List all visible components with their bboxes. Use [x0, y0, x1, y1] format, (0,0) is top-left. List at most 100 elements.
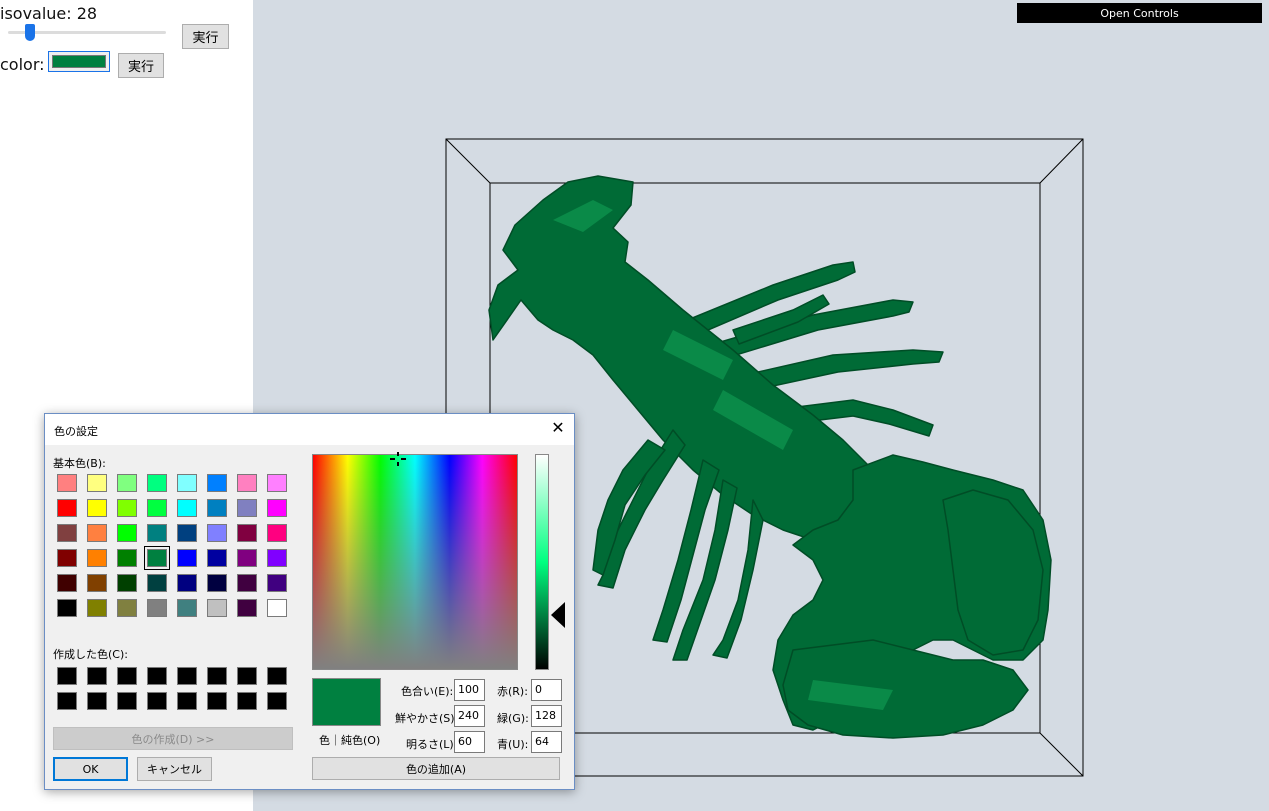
basic-color-swatch[interactable] — [117, 474, 137, 492]
apply-isovalue-button[interactable]: 実行 — [182, 24, 229, 49]
dialog-titlebar: 色の設定 ✕ — [45, 414, 574, 445]
custom-color-swatch[interactable] — [267, 667, 287, 685]
green-label: 緑(G): — [497, 712, 529, 725]
define-custom-colors-button[interactable]: 色の作成(D) >> — [53, 727, 293, 750]
custom-color-swatch[interactable] — [177, 692, 197, 710]
basic-color-swatch[interactable] — [117, 499, 137, 517]
color-spectrum[interactable] — [312, 454, 518, 670]
basic-color-swatch[interactable] — [177, 599, 197, 617]
hue-field[interactable]: 100 — [454, 679, 485, 701]
basic-color-swatch[interactable] — [57, 524, 77, 542]
dialog-title: 色の設定 — [54, 425, 98, 438]
custom-color-swatch[interactable] — [87, 667, 107, 685]
basic-color-swatch[interactable] — [237, 474, 257, 492]
blue-field[interactable]: 64 — [531, 731, 562, 753]
basic-color-swatch[interactable] — [117, 574, 137, 592]
cancel-button[interactable]: キャンセル — [137, 757, 212, 781]
color-swatch — [52, 55, 106, 68]
color-label: color: — [0, 55, 45, 74]
basic-color-swatch[interactable] — [177, 574, 197, 592]
basic-color-swatch[interactable] — [87, 549, 107, 567]
basic-color-swatch[interactable] — [57, 549, 77, 567]
ok-button[interactable]: OK — [53, 757, 128, 781]
add-custom-color-button[interactable]: 色の追加(A) — [312, 757, 560, 780]
basic-color-swatch[interactable] — [117, 599, 137, 617]
basic-color-swatch[interactable] — [147, 524, 167, 542]
custom-color-swatch[interactable] — [267, 692, 287, 710]
custom-color-swatch[interactable] — [237, 692, 257, 710]
lum-field[interactable]: 60 — [454, 731, 485, 753]
basic-color-swatch[interactable] — [207, 499, 227, 517]
open-controls-button[interactable]: Open Controls — [1017, 3, 1262, 23]
basic-color-swatch[interactable] — [147, 474, 167, 492]
custom-color-swatch[interactable] — [117, 667, 137, 685]
basic-color-swatch[interactable] — [87, 499, 107, 517]
color-picker-input[interactable] — [48, 51, 110, 72]
color-solid-label: 色｜純色(O) — [319, 734, 381, 747]
basic-color-swatch[interactable] — [237, 524, 257, 542]
basic-color-swatch[interactable] — [237, 599, 257, 617]
basic-color-swatch[interactable] — [207, 474, 227, 492]
basic-color-swatch[interactable] — [237, 549, 257, 567]
basic-colors-label: 基本色(B): — [53, 457, 106, 470]
basic-color-swatch[interactable] — [267, 474, 287, 492]
basic-color-swatch[interactable] — [117, 524, 137, 542]
custom-color-swatch[interactable] — [87, 692, 107, 710]
basic-color-swatch[interactable] — [237, 499, 257, 517]
basic-color-swatch[interactable] — [267, 599, 287, 617]
basic-color-swatch[interactable] — [267, 499, 287, 517]
spectrum-crosshair-icon — [390, 452, 406, 466]
custom-color-swatch[interactable] — [147, 692, 167, 710]
luminance-arrow-icon[interactable] — [551, 602, 565, 628]
custom-color-swatch[interactable] — [237, 667, 257, 685]
basic-color-swatch[interactable] — [87, 574, 107, 592]
basic-color-swatch[interactable] — [147, 574, 167, 592]
basic-color-swatch[interactable] — [177, 524, 197, 542]
basic-color-swatch[interactable] — [207, 549, 227, 567]
basic-color-swatch[interactable] — [57, 599, 77, 617]
custom-color-swatch[interactable] — [207, 692, 227, 710]
hue-label: 色合い(E): — [401, 685, 454, 698]
basic-color-swatch[interactable] — [87, 599, 107, 617]
red-field[interactable]: 0 — [531, 679, 562, 701]
basic-color-swatch[interactable] — [57, 574, 77, 592]
custom-colors-label: 作成した色(C): — [53, 648, 128, 661]
custom-color-swatch[interactable] — [207, 667, 227, 685]
luminance-bar[interactable] — [535, 454, 549, 670]
color-dialog: 色の設定 ✕ 基本色(B): 作成した色(C): 色の作成(D) >> OK キ… — [44, 413, 575, 790]
sat-label: 鮮やかさ(S): — [395, 712, 459, 725]
custom-color-swatch[interactable] — [57, 692, 77, 710]
color-preview — [312, 678, 381, 726]
blue-label: 青(U): — [497, 738, 529, 751]
basic-color-swatch[interactable] — [177, 549, 197, 567]
basic-color-swatch[interactable] — [237, 574, 257, 592]
basic-color-swatch[interactable] — [87, 474, 107, 492]
basic-color-swatch[interactable] — [177, 499, 197, 517]
basic-color-swatch[interactable] — [57, 474, 77, 492]
apply-color-button[interactable]: 実行 — [118, 53, 164, 78]
basic-color-swatch[interactable] — [117, 549, 137, 567]
basic-color-swatch[interactable] — [267, 549, 287, 567]
custom-color-swatch[interactable] — [177, 667, 197, 685]
basic-color-swatch[interactable] — [267, 574, 287, 592]
custom-color-swatch[interactable] — [147, 667, 167, 685]
basic-color-swatch[interactable] — [147, 499, 167, 517]
basic-color-swatch[interactable] — [267, 524, 287, 542]
isovalue-slider[interactable] — [8, 24, 166, 42]
custom-color-swatch[interactable] — [117, 692, 137, 710]
basic-color-swatch[interactable] — [177, 474, 197, 492]
basic-color-swatch[interactable] — [147, 599, 167, 617]
basic-color-swatch[interactable] — [207, 599, 227, 617]
custom-color-swatch[interactable] — [57, 667, 77, 685]
basic-color-swatch[interactable] — [57, 499, 77, 517]
slider-thumb[interactable] — [25, 24, 35, 41]
basic-color-swatch[interactable] — [207, 574, 227, 592]
isovalue-label: isovalue: 28 — [0, 4, 98, 23]
lum-label: 明るさ(L): — [406, 738, 458, 751]
basic-color-swatch[interactable] — [87, 524, 107, 542]
basic-color-swatch[interactable] — [207, 524, 227, 542]
green-field[interactable]: 128 — [531, 705, 562, 727]
basic-color-swatch[interactable] — [144, 546, 170, 570]
sat-field[interactable]: 240 — [454, 705, 485, 727]
close-icon[interactable]: ✕ — [550, 420, 566, 436]
